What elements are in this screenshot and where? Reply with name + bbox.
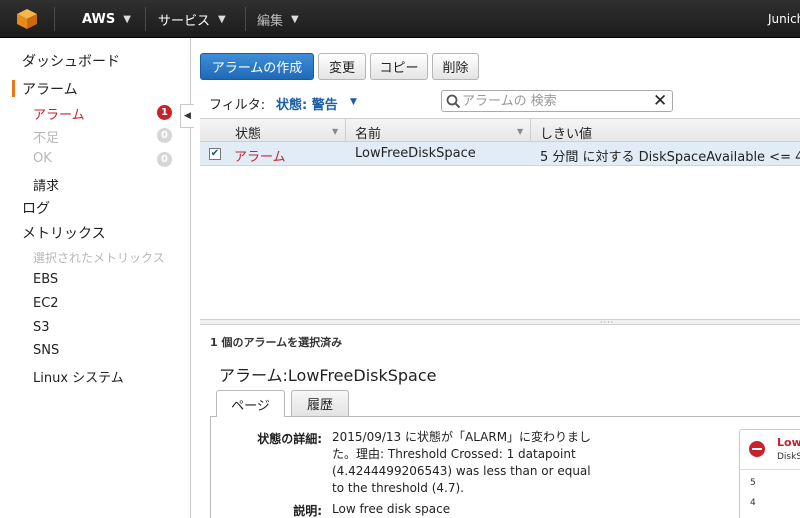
state-line: 2015/09/13 に状態が「ALARM」に変わりまし [332,430,592,444]
column-divider [345,119,346,142]
chevron-down-icon[interactable]: ▼ [350,97,357,107]
modify-button[interactable]: 変更 [318,53,366,80]
filter-state-dropdown[interactable]: 状態: 警告 [276,94,338,113]
edit-menu-label: 編集 [257,13,284,29]
description-label: 説明: [293,504,322,518]
column-header-threshold[interactable]: しきい値 [540,123,592,142]
column-divider [530,119,531,142]
chevron-down-icon: ▼ [123,13,131,25]
state-details-label: 状態の詳細: [257,432,322,446]
tab-page[interactable]: ページ [216,390,285,417]
collapse-sidebar-icon[interactable]: ◀ [180,104,194,128]
sidebar-item-alarm-state[interactable]: アラーム [33,104,85,123]
sidebar-item-linux-system[interactable]: Linux システム [33,367,124,386]
search-input[interactable] [462,93,650,109]
tab-history[interactable]: 履歴 [291,390,349,416]
top-navigation-bar: AWS ▼ サービス ▼ 編集 ▼ Junich [0,0,800,38]
graph-metric-name: DiskS [777,452,800,462]
insufficient-count-badge: 0 [157,128,172,143]
selected-count: 1 個のアラームを選択済み [210,336,343,349]
separator [245,7,246,31]
description-value: Low free disk space [332,502,451,516]
table-row[interactable]: ✔ アラーム LowFreeDiskSpace 5 分間 に対する DiskSp… [200,142,800,166]
sidebar-item-ok[interactable]: OK [33,151,52,166]
sidebar-item-alarms[interactable]: アラーム [22,79,78,99]
panel-border [210,416,211,518]
sidebar-item-ebs[interactable]: EBS [33,272,58,287]
grip-icon: ···· [600,318,615,327]
column-header-name[interactable]: 名前 [355,123,381,142]
ok-count-badge: 0 [157,152,172,167]
graph-alarm-name: Low [777,436,800,449]
sidebar-item-sns[interactable]: SNS [33,343,59,358]
tab-divider [210,416,800,417]
aws-menu-label: AWS [82,11,116,27]
pane-resize-handle[interactable]: ···· [200,318,800,327]
separator [145,7,146,31]
row-checkbox[interactable]: ✔ [209,148,221,160]
sidebar-item-metrics[interactable]: メトリックス [22,223,106,243]
state-line: た。理由: Threshold Crossed: 1 datapoint [332,447,576,461]
sidebar-item-billing[interactable]: 請求 [33,175,59,194]
alarm-search-box: ✕ [441,90,673,112]
sidebar-item-selected-metrics[interactable]: 選択されたメトリックス [33,249,165,266]
sort-caret-icon[interactable]: ▼ [517,127,523,136]
sidebar-item-dashboard[interactable]: ダッシュボード [22,51,120,71]
services-menu[interactable]: サービス ▼ [158,0,226,38]
row-status: アラーム [234,150,286,165]
aws-logo-icon[interactable] [0,0,54,38]
aws-menu[interactable]: AWS ▼ [82,0,131,38]
column-header-state[interactable]: 状態 [235,123,261,142]
filter-bar: フィルタ: 状態: 警告 ▼ ✕ [200,86,800,116]
graph-header: Low DiskS [740,430,800,470]
filter-label: フィルタ: [209,98,266,113]
state-details-value: 2015/09/13 に状態が「ALARM」に変わりまし た。理由: Thres… [332,429,592,497]
delete-button[interactable]: 削除 [432,53,479,80]
alarm-table-header: 状態 ▼ 名前 ▼ しきい値 [200,118,800,142]
separator [54,7,55,31]
services-menu-label: サービス [158,13,211,29]
row-name: LowFreeDiskSpace [355,146,476,161]
state-line: (4.4244499206543) was less than or equal [332,464,591,478]
alarm-state-icon [749,441,765,457]
search-icon [446,94,461,109]
chevron-down-icon: ▼ [291,13,299,25]
cloudwatch-console: AWS ▼ サービス ▼ 編集 ▼ Junich ダッシュボード アラーム アラ… [0,0,800,518]
sidebar-item-insufficient[interactable]: 不足 [33,127,59,146]
state-line: to the threshold (4.7). [332,481,464,495]
sidebar-item-ec2[interactable]: EC2 [33,296,59,311]
sort-caret-icon[interactable]: ▼ [332,127,338,136]
chevron-down-icon: ▼ [218,13,226,25]
create-alarm-button[interactable]: アラームの作成 [200,53,314,80]
sidebar-item-logs[interactable]: ログ [22,198,50,218]
active-section-indicator [12,80,15,97]
sidebar-item-s3[interactable]: S3 [33,320,50,335]
edit-menu[interactable]: 編集 ▼ [257,0,299,38]
sidebar: ダッシュボード アラーム アラーム 1 不足 0 OK 0 請求 ログ メトリッ… [0,38,191,518]
user-menu[interactable]: Junich [768,0,800,38]
alarm-count-badge: 1 [157,105,172,120]
alarm-graph-card[interactable]: Low DiskS 5 4 [739,429,800,518]
alarm-detail-title: アラーム:LowFreeDiskSpace [219,366,437,385]
graph-y-tick: 5 [750,478,756,488]
copy-button[interactable]: コピー [370,53,428,80]
clear-search-icon[interactable]: ✕ [653,92,667,110]
row-threshold: 5 分間 に対する DiskSpaceAvailable <= 4.7 [540,150,800,165]
graph-y-tick: 4 [750,498,756,508]
